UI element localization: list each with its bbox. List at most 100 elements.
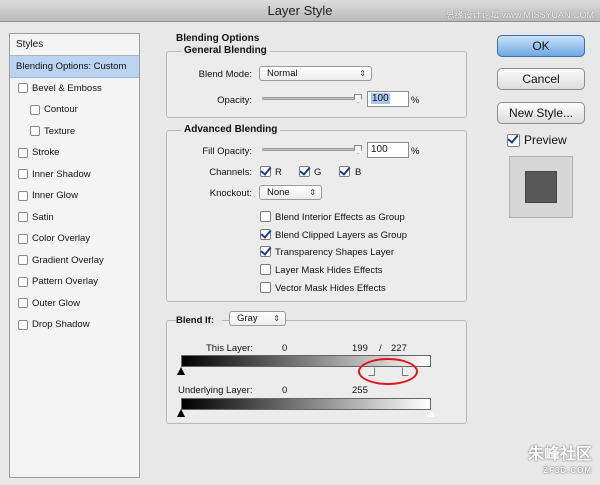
opacity-input[interactable]: 100 <box>367 91 409 107</box>
style-item-label: Color Overlay <box>32 233 91 244</box>
blend-if-channel-select[interactable]: Gray ⇕ <box>229 311 286 326</box>
style-checkbox[interactable] <box>18 83 28 93</box>
layer-mask-hides-label: Layer Mask Hides Effects <box>275 265 383 276</box>
underlying-black-slider[interactable] <box>177 409 185 417</box>
layer-mask-hides-checkbox[interactable] <box>260 264 271 275</box>
fill-opacity-unit: % <box>411 146 420 157</box>
styles-header[interactable]: Styles <box>10 34 139 56</box>
style-checkbox[interactable] <box>18 255 28 265</box>
style-checkbox[interactable] <box>18 319 28 330</box>
fill-opacity-label: Fill Opacity: <box>202 146 252 157</box>
blend-interior-checkbox[interactable] <box>260 211 271 222</box>
blend-clipped-checkbox[interactable] <box>260 229 271 240</box>
style-item-label: Satin <box>32 211 54 223</box>
cancel-button[interactable]: Cancel <box>497 68 585 90</box>
styles-list: Blending Options: Custom Bevel & Emboss … <box>10 56 139 336</box>
underlying-white-slider[interactable] <box>426 408 436 418</box>
preview-checkbox[interactable] <box>507 134 520 147</box>
blend-interior-label: Blend Interior Effects as Group <box>275 212 405 223</box>
style-checkbox[interactable] <box>18 298 28 308</box>
knockout-label: Knockout: <box>209 188 252 199</box>
layer-style-dialog: Layer Style 思缘设计论坛 www.MISSYUAN.COM Styl… <box>0 0 600 485</box>
style-item-bevel-emboss[interactable]: Bevel & Emboss <box>10 78 139 100</box>
style-checkbox[interactable] <box>18 276 28 287</box>
opacity-label: Opacity: <box>217 95 252 106</box>
style-checkbox[interactable] <box>18 147 28 158</box>
blend-if-channel-value: Gray <box>237 313 258 324</box>
ok-button[interactable]: OK <box>497 35 585 57</box>
channel-g-label: G <box>314 167 322 178</box>
style-item-contour[interactable]: Contour <box>10 99 139 121</box>
select-arrows-icon: ⇕ <box>273 314 280 323</box>
channel-b-checkbox[interactable] <box>339 166 350 177</box>
style-checkbox[interactable] <box>18 169 28 179</box>
channel-r-checkbox[interactable] <box>260 166 271 177</box>
transparency-shapes-label: Transparency Shapes Layer <box>275 247 394 258</box>
style-item-label: Bevel & Emboss <box>32 82 102 94</box>
style-item-texture[interactable]: Texture <box>10 121 139 143</box>
channels-label: Channels: <box>209 167 252 178</box>
this-layer-separator: / <box>379 343 382 354</box>
select-arrows-icon: ⇕ <box>309 188 316 197</box>
style-item-outer-glow[interactable]: Outer Glow <box>10 293 139 315</box>
style-item-label: Stroke <box>32 147 60 158</box>
blend-clipped-label: Blend Clipped Layers as Group <box>275 230 408 241</box>
style-item-color-overlay[interactable]: Color Overlay <box>10 228 139 250</box>
style-item-stroke[interactable]: Stroke <box>10 142 139 164</box>
red-annotation-circle <box>358 358 418 385</box>
style-item-label: Inner Shadow <box>32 168 91 180</box>
advanced-blending-label: Advanced Blending <box>181 124 281 135</box>
this-layer-high-value-b: 227 <box>391 343 407 354</box>
style-item-inner-shadow[interactable]: Inner Shadow <box>10 164 139 186</box>
general-blending-group <box>166 51 467 118</box>
opacity-slider-track[interactable] <box>262 97 359 100</box>
dialog-title: Layer Style <box>267 3 333 18</box>
watermark-bottom: 朱峰社区 ZF3D.COM <box>528 447 592 479</box>
style-checkbox[interactable] <box>30 104 40 115</box>
fill-opacity-value: 100 <box>371 144 388 155</box>
style-item-label: Gradient Overlay <box>32 254 104 266</box>
style-checkbox[interactable] <box>30 126 40 136</box>
channel-g-checkbox[interactable] <box>299 166 310 177</box>
blend-mode-value: Normal <box>267 68 298 79</box>
style-item-label: Contour <box>44 104 78 115</box>
knockout-select[interactable]: None ⇕ <box>259 185 322 200</box>
style-item-satin[interactable]: Satin <box>10 207 139 229</box>
style-checkbox[interactable] <box>18 233 28 244</box>
style-item-label: Outer Glow <box>32 297 81 309</box>
opacity-value: 100 <box>371 93 390 104</box>
styles-panel: Styles Blending Options: Custom Bevel & … <box>9 33 140 478</box>
fill-opacity-input[interactable]: 100 <box>367 142 409 158</box>
preview-thumbnail <box>509 156 573 218</box>
blending-options-title: Blending Options <box>176 33 260 44</box>
watermark-top: 思缘设计论坛 www.MISSYUAN.COM <box>445 10 594 20</box>
style-item-gradient-overlay[interactable]: Gradient Overlay <box>10 250 139 272</box>
preview-swatch <box>525 171 557 203</box>
underlying-gradient-bar[interactable] <box>181 398 431 410</box>
this-layer-low-value: 0 <box>282 343 288 354</box>
transparency-shapes-checkbox[interactable] <box>260 246 271 257</box>
this-layer-black-slider[interactable] <box>177 367 185 375</box>
select-arrows-icon: ⇕ <box>359 69 366 78</box>
style-item-label: Inner Glow <box>32 190 78 201</box>
watermark-sub: ZF3D.COM <box>543 466 592 475</box>
style-item-label: Texture <box>44 125 76 137</box>
style-checkbox[interactable] <box>18 212 28 222</box>
vector-mask-hides-checkbox[interactable] <box>260 282 271 293</box>
blend-mode-select[interactable]: Normal ⇕ <box>259 66 372 81</box>
fill-opacity-slider-track[interactable] <box>262 148 359 151</box>
blend-mode-label: Blend Mode: <box>198 69 252 80</box>
title-bar: Layer Style 思缘设计论坛 www.MISSYUAN.COM <box>0 0 600 22</box>
underlying-layer-label: Underlying Layer: <box>178 385 253 396</box>
blend-if-label: Blend If: <box>176 315 222 326</box>
this-layer-high-value-a: 199 <box>352 343 368 354</box>
style-checkbox[interactable] <box>18 190 28 201</box>
style-item-blending-options[interactable]: Blending Options: Custom <box>10 56 139 78</box>
knockout-value: None <box>267 187 290 198</box>
style-item-inner-glow[interactable]: Inner Glow <box>10 185 139 207</box>
channel-b-label: B <box>355 167 362 178</box>
this-layer-label: This Layer: <box>206 343 253 354</box>
style-item-pattern-overlay[interactable]: Pattern Overlay <box>10 271 139 293</box>
style-item-drop-shadow[interactable]: Drop Shadow <box>10 314 139 336</box>
new-style-button[interactable]: New Style... <box>497 102 585 124</box>
